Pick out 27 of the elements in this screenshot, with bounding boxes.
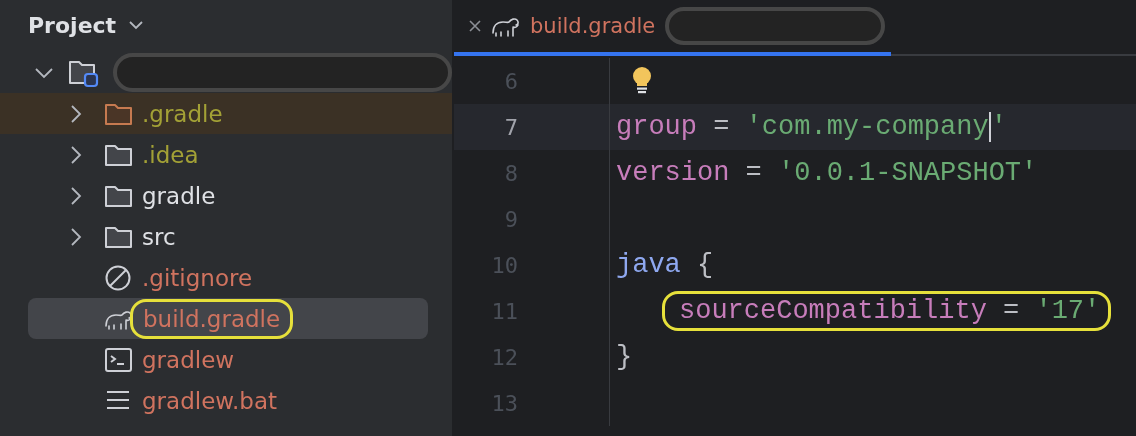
file-name: src bbox=[142, 223, 176, 250]
file-name: .gitignore bbox=[142, 264, 253, 291]
file-name: .gradle bbox=[142, 100, 223, 127]
close-icon[interactable] bbox=[468, 19, 482, 33]
highlighted-tree-row[interactable]: .gradle bbox=[0, 93, 452, 134]
file-name: .idea bbox=[142, 141, 199, 168]
file-name: gradle bbox=[142, 182, 216, 209]
chevron-right-icon[interactable] bbox=[70, 103, 82, 124]
code-line: group = 'com.my-company' bbox=[616, 111, 1007, 143]
file-name: gradlew.bat bbox=[142, 387, 277, 414]
chevron-down-icon[interactable] bbox=[128, 20, 145, 30]
code-line: version = '0.0.1-SNAPSHOT' bbox=[616, 158, 1038, 188]
lightbulb-icon[interactable] bbox=[631, 66, 653, 96]
chevron-right-icon[interactable] bbox=[70, 144, 82, 165]
panel-title: Project bbox=[28, 12, 117, 38]
chevron-right-icon[interactable] bbox=[70, 185, 82, 206]
chevron-right-icon[interactable] bbox=[70, 226, 82, 247]
code-line: } bbox=[616, 342, 633, 372]
editor-tab[interactable]: build.gradle bbox=[454, 0, 892, 56]
file-name: build.gradle bbox=[143, 305, 281, 332]
file-name: gradlew bbox=[142, 346, 235, 373]
selected-tree-row[interactable]: build.gradle bbox=[28, 298, 428, 339]
terminal-icon bbox=[104, 346, 134, 373]
line-number: 7 bbox=[503, 114, 518, 140]
chevron-down-icon[interactable] bbox=[34, 66, 54, 79]
code-line: sourceCompatibility = '17' bbox=[679, 296, 1101, 326]
code-line: java { bbox=[616, 250, 714, 280]
